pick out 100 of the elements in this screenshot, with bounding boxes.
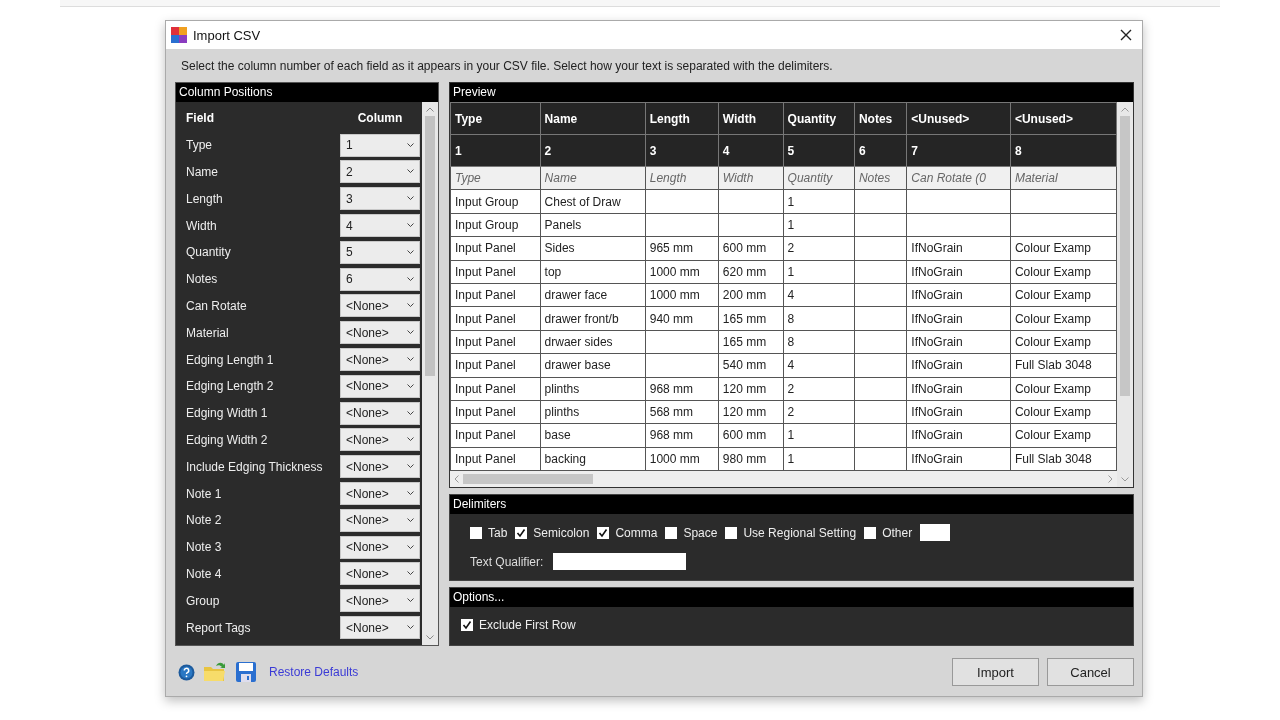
field-label: Edging Width 2 — [186, 432, 269, 447]
checkbox-option[interactable]: Comma — [597, 525, 658, 540]
table-cell: Name — [544, 171, 577, 186]
table-cell: 2 — [787, 405, 795, 420]
checkbox-option[interactable]: Semicolon — [515, 525, 590, 540]
column-number: 4 — [718, 134, 784, 167]
table-cell: Input Group — [455, 194, 519, 209]
close-icon[interactable] — [1120, 29, 1132, 41]
caret-icon — [407, 464, 414, 470]
checkbox[interactable] — [864, 526, 877, 539]
table-cell: 1 — [787, 264, 795, 279]
caret-icon — [407, 196, 414, 202]
column-dropdown[interactable]: <None> — [340, 508, 420, 532]
caret-icon — [407, 517, 414, 523]
table-cell: IfNoGrain — [911, 288, 963, 303]
column-dropdown[interactable]: <None> — [340, 401, 420, 425]
table-cell: Colour Examp — [1014, 334, 1091, 349]
checkbox-option[interactable]: Use Regional Setting — [725, 525, 857, 540]
field-label: Length — [186, 191, 224, 206]
table-cell: Colour Examp — [1014, 241, 1091, 256]
caret-icon — [407, 357, 414, 363]
field-label: Text Qualifier: — [470, 554, 544, 569]
dialog-button[interactable]: Import — [952, 658, 1039, 687]
table-cell: Input Panel — [455, 358, 516, 373]
table-cell: Colour Examp — [1014, 405, 1091, 420]
table-cell: 165 mm — [722, 334, 767, 349]
column-dropdown[interactable]: 4 — [340, 214, 420, 238]
field-label: Group — [186, 593, 221, 608]
checkbox[interactable] — [725, 526, 738, 539]
checkbox[interactable] — [597, 526, 610, 539]
instructions-text: Select the column number of each field as it appears in your CSV file. Select how your text is separated with the delimiters. — [180, 58, 834, 75]
column-dropdown[interactable]: <None> — [340, 482, 420, 506]
column-dropdown[interactable]: 6 — [340, 267, 420, 291]
checkbox-option[interactable]: Space — [665, 525, 718, 540]
table-cell: 980 mm — [722, 451, 767, 466]
table-cell: 1000 mm — [649, 288, 700, 303]
column-dropdown[interactable]: <None> — [340, 321, 420, 345]
table-cell: plinths — [544, 381, 580, 396]
column-number: 6 — [854, 134, 907, 167]
column-header: Name — [540, 102, 646, 135]
column-dropdown[interactable]: 2 — [340, 160, 420, 184]
checkbox-option[interactable]: Exclude First Row — [461, 618, 1122, 633]
column-dropdown[interactable]: <None> — [340, 616, 420, 640]
field-label: Edging Length 2 — [186, 379, 275, 394]
other-input-field[interactable] — [920, 524, 951, 542]
table-cell: Full Slab 3048 — [1014, 358, 1092, 373]
table-cell: Full Slab 3048 — [1014, 451, 1092, 466]
folder-icon[interactable] — [203, 661, 227, 684]
table-cell: drawer face — [544, 288, 608, 303]
column-dropdown[interactable]: <None> — [340, 348, 420, 372]
column-dropdown[interactable]: <None> — [340, 374, 420, 398]
table-cell: plinths — [544, 405, 580, 420]
checkmark-icon — [462, 620, 472, 631]
column-number: 2 — [540, 134, 646, 167]
table-cell: 120 mm — [722, 405, 767, 420]
dialog-button[interactable]: Cancel — [1047, 658, 1134, 687]
restore-defaults-link[interactable]: Restore Defaults — [269, 665, 359, 680]
checkbox[interactable] — [665, 526, 678, 539]
field-label: Note 1 — [186, 486, 223, 501]
table-cell: Input Panel — [455, 451, 516, 466]
checkmark-icon — [516, 527, 527, 538]
column-number: 8 — [1010, 134, 1117, 167]
field-label: Width — [186, 218, 218, 233]
checkbox-option[interactable]: Other — [864, 525, 913, 540]
table-cell: 940 mm — [649, 311, 694, 326]
table-cell: top — [544, 264, 562, 279]
table-cell: 4 — [787, 358, 795, 373]
text-qualifier-field[interactable] — [553, 553, 687, 571]
caret-icon — [407, 303, 414, 309]
checkbox-option[interactable]: Tab — [470, 525, 508, 540]
checkbox[interactable] — [515, 526, 528, 539]
help-icon[interactable] — [178, 663, 195, 681]
table-cell: 120 mm — [722, 381, 767, 396]
table-cell: Input Group — [455, 217, 519, 232]
column-dropdown[interactable]: <None> — [340, 562, 420, 586]
checkbox[interactable] — [461, 619, 473, 632]
caret-icon — [407, 598, 414, 604]
save-icon[interactable] — [235, 661, 257, 684]
column-dropdown[interactable]: <None> — [340, 294, 420, 318]
caret-icon — [407, 169, 414, 175]
column-dropdown[interactable]: <None> — [340, 455, 420, 479]
scrollbar[interactable] — [422, 102, 438, 646]
table-cell: drwaer sides — [544, 334, 613, 349]
checkbox[interactable] — [470, 526, 482, 539]
column-dropdown[interactable]: 5 — [340, 240, 420, 264]
column-header: Field — [186, 111, 215, 126]
table-cell: 968 mm — [649, 428, 694, 443]
column-dropdown[interactable]: 1 — [340, 133, 420, 157]
caret-icon — [407, 625, 414, 631]
table-cell: Panels — [544, 217, 582, 232]
table-cell: 4 — [787, 288, 795, 303]
column-dropdown[interactable]: 3 — [340, 187, 420, 211]
column-dropdown[interactable]: <None> — [340, 589, 420, 613]
column-dropdown[interactable]: <None> — [340, 428, 420, 452]
table-cell: drawer front/b — [544, 311, 619, 326]
caret-icon — [407, 330, 414, 336]
caret-icon — [407, 383, 414, 389]
table-cell: Width — [722, 171, 754, 186]
column-dropdown[interactable]: <None> — [340, 535, 420, 559]
table-cell: IfNoGrain — [911, 381, 963, 396]
